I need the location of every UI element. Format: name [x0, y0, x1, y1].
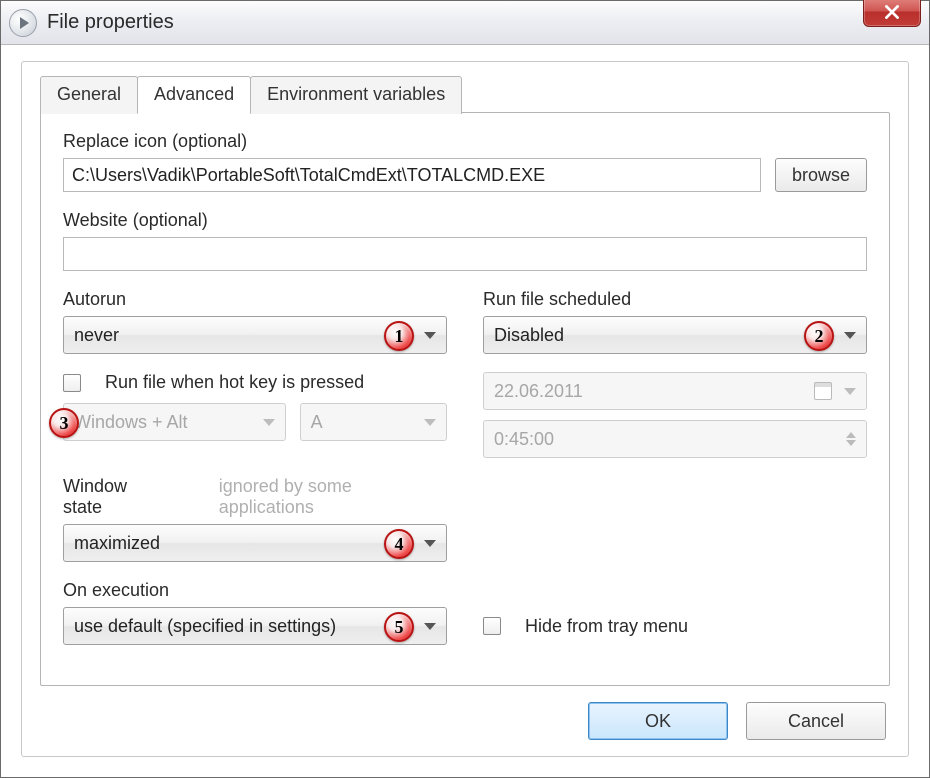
- windowstate-hint: ignored by some applications: [219, 476, 447, 518]
- windowstate-value: maximized: [74, 533, 160, 554]
- autorun-label: Autorun: [63, 289, 447, 310]
- hidetray-col: Hide from tray menu: [483, 580, 867, 645]
- chevron-down-icon: [844, 388, 856, 395]
- hotkey-datetime-row: Run file when hot key is pressed Windows…: [63, 372, 867, 458]
- autorun-scheduled-row: Autorun never 1 Run file scheduled Disab…: [63, 289, 867, 354]
- hidetray-label: Hide from tray menu: [525, 616, 688, 637]
- badge-5: 5: [384, 612, 414, 642]
- website-input[interactable]: [63, 237, 867, 271]
- tab-advanced[interactable]: Advanced: [137, 76, 251, 114]
- replace-icon-label: Replace icon (optional): [63, 131, 867, 152]
- badge-3: 3: [49, 408, 79, 438]
- spinner-icon: [846, 432, 856, 446]
- tab-general[interactable]: General: [40, 76, 138, 114]
- titlebar: File properties: [1, 1, 929, 45]
- dialog-buttons: OK Cancel: [588, 702, 886, 740]
- onexecution-value: use default (specified in settings): [74, 616, 336, 637]
- chevron-down-icon: [424, 419, 436, 426]
- client-area: General Advanced Environment variables R…: [21, 61, 909, 757]
- badge-2: 2: [804, 321, 834, 351]
- hotkey-modifier-value: Windows + Alt: [74, 412, 188, 433]
- onexecution-col: On execution use default (specified in s…: [63, 580, 447, 645]
- chevron-down-icon: [424, 332, 436, 339]
- hotkey-col: Run file when hot key is pressed Windows…: [63, 372, 447, 458]
- windowstate-label: Window state: [63, 476, 169, 518]
- autorun-combo[interactable]: never 1: [63, 316, 447, 354]
- hotkey-key-value: A: [311, 412, 323, 433]
- autorun-col: Autorun never 1: [63, 289, 447, 354]
- calendar-icon: [814, 382, 832, 400]
- scheduled-time-value: 0:45:00: [494, 429, 554, 450]
- window-title: File properties: [47, 11, 174, 34]
- badge-1: 1: [384, 321, 414, 351]
- tab-bar: General Advanced Environment variables: [40, 76, 461, 114]
- ok-button[interactable]: OK: [588, 702, 728, 740]
- hidetray-checkbox[interactable]: [483, 617, 501, 635]
- badge-4: 4: [384, 529, 414, 559]
- browse-button[interactable]: browse: [775, 158, 867, 192]
- onexecution-row: On execution use default (specified in s…: [63, 580, 867, 645]
- empty-col: [483, 476, 867, 562]
- window-frame: File properties General Advanced Environ…: [0, 0, 930, 778]
- cancel-button[interactable]: Cancel: [746, 702, 886, 740]
- windowstate-col: Window state ignored by some application…: [63, 476, 447, 562]
- scheduled-value: Disabled: [494, 325, 564, 346]
- app-icon: [9, 9, 37, 37]
- scheduled-col: Run file scheduled Disabled 2: [483, 289, 867, 354]
- chevron-down-icon: [844, 332, 856, 339]
- hotkey-modifier-combo: Windows + Alt: [63, 403, 286, 441]
- windowstate-row: Window state ignored by some application…: [63, 476, 867, 562]
- tab-environment-variables[interactable]: Environment variables: [250, 76, 462, 114]
- windowstate-combo[interactable]: maximized 4: [63, 524, 447, 562]
- hotkey-key-combo: A: [300, 403, 447, 441]
- scheduled-date-field: 22.06.2011: [483, 372, 867, 410]
- website-label: Website (optional): [63, 210, 867, 231]
- chevron-down-icon: [263, 419, 275, 426]
- tab-panel-advanced: Replace icon (optional) browse Website (…: [40, 112, 890, 686]
- hotkey-label: Run file when hot key is pressed: [105, 372, 364, 393]
- scheduled-date-value: 22.06.2011: [494, 381, 583, 402]
- scheduled-time-field: 0:45:00: [483, 420, 867, 458]
- hotkey-checkbox[interactable]: [63, 374, 81, 392]
- scheduled-combo[interactable]: Disabled 2: [483, 316, 867, 354]
- scheduled-label: Run file scheduled: [483, 289, 867, 310]
- close-button[interactable]: [863, 0, 921, 27]
- onexecution-combo[interactable]: use default (specified in settings) 5: [63, 607, 447, 645]
- chevron-down-icon: [424, 623, 436, 630]
- website-section: Website (optional): [63, 210, 867, 271]
- datetime-col: 22.06.2011 0:45:00: [483, 372, 867, 458]
- chevron-down-icon: [424, 540, 436, 547]
- replace-icon-section: Replace icon (optional) browse: [63, 131, 867, 192]
- close-icon: [883, 3, 901, 21]
- autorun-value: never: [74, 325, 119, 346]
- onexecution-label: On execution: [63, 580, 447, 601]
- replace-icon-input[interactable]: [63, 158, 761, 192]
